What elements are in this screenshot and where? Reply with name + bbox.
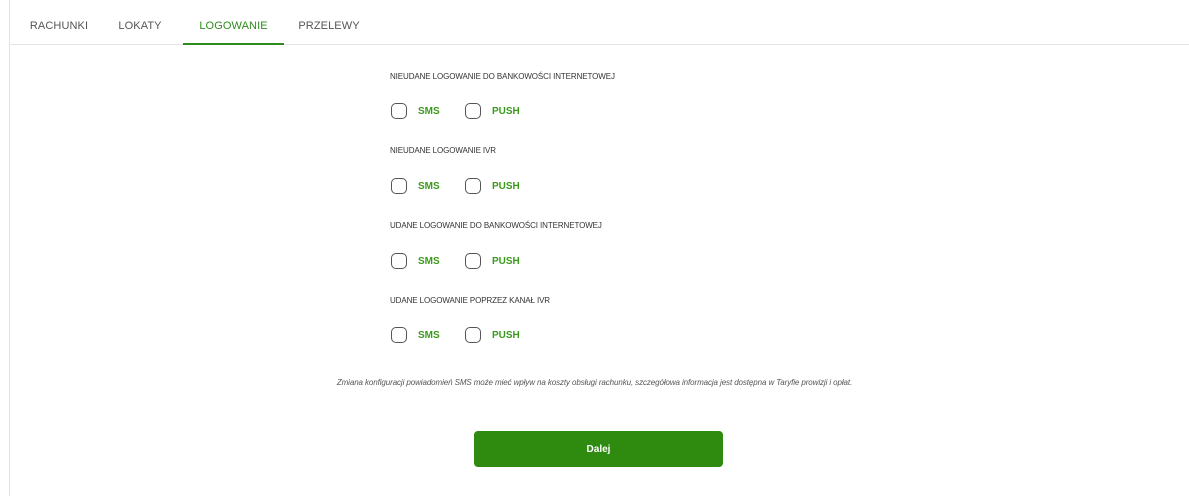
tab-przelewy[interactable]: PRZELEWY bbox=[295, 0, 363, 44]
sms-checkbox-failed-ivr-login[interactable]: SMS bbox=[391, 177, 440, 195]
push-checkbox-failed-ivr-login[interactable]: PUSH bbox=[465, 177, 520, 195]
sms-label: SMS bbox=[418, 329, 440, 341]
checkbox-box[interactable] bbox=[465, 178, 481, 194]
checkbox-box[interactable] bbox=[465, 103, 481, 119]
checkbox-box[interactable] bbox=[465, 253, 481, 269]
push-checkbox-successful-internet-login[interactable]: PUSH bbox=[465, 252, 520, 270]
checkbox-box[interactable] bbox=[391, 327, 407, 343]
checkbox-box[interactable] bbox=[391, 178, 407, 194]
sms-label: SMS bbox=[418, 180, 440, 192]
tab-rachunki[interactable]: RACHUNKI bbox=[22, 0, 96, 44]
tab-lokaty[interactable]: LOKATY bbox=[110, 0, 170, 44]
sms-label: SMS bbox=[418, 105, 440, 117]
checkbox-box[interactable] bbox=[391, 253, 407, 269]
push-checkbox-failed-internet-login[interactable]: PUSH bbox=[465, 102, 520, 120]
section-title-failed-ivr-login: NIEUDANE LOGOWANIE IVR bbox=[390, 146, 496, 155]
checkbox-box[interactable] bbox=[391, 103, 407, 119]
push-label: PUSH bbox=[492, 329, 520, 341]
push-label: PUSH bbox=[492, 105, 520, 117]
section-title-successful-internet-login: UDANE LOGOWANIE DO BANKOWOŚCI INTERNETOW… bbox=[390, 221, 602, 230]
section-title-failed-internet-login: NIEUDANE LOGOWANIE DO BANKOWOŚCI INTERNE… bbox=[390, 72, 615, 81]
sms-label: SMS bbox=[418, 255, 440, 267]
push-checkbox-successful-ivr-login[interactable]: PUSH bbox=[465, 326, 520, 344]
section-title-successful-ivr-login: UDANE LOGOWANIE POPRZEZ KANAŁ IVR bbox=[390, 296, 550, 305]
tab-logowanie[interactable]: LOGOWANIE bbox=[183, 0, 284, 45]
sms-checkbox-successful-internet-login[interactable]: SMS bbox=[391, 252, 440, 270]
push-label: PUSH bbox=[492, 180, 520, 192]
tab-bar: RACHUNKI LOKATY LOGOWANIE PRZELEWY bbox=[10, 0, 1189, 45]
fee-info-note: Zmiana konfiguracji powiadomień SMS może… bbox=[336, 378, 853, 387]
left-border bbox=[9, 0, 10, 496]
sms-checkbox-failed-internet-login[interactable]: SMS bbox=[391, 102, 440, 120]
checkbox-box[interactable] bbox=[465, 327, 481, 343]
next-button[interactable]: Dalej bbox=[474, 431, 723, 467]
push-label: PUSH bbox=[492, 255, 520, 267]
sms-checkbox-successful-ivr-login[interactable]: SMS bbox=[391, 326, 440, 344]
